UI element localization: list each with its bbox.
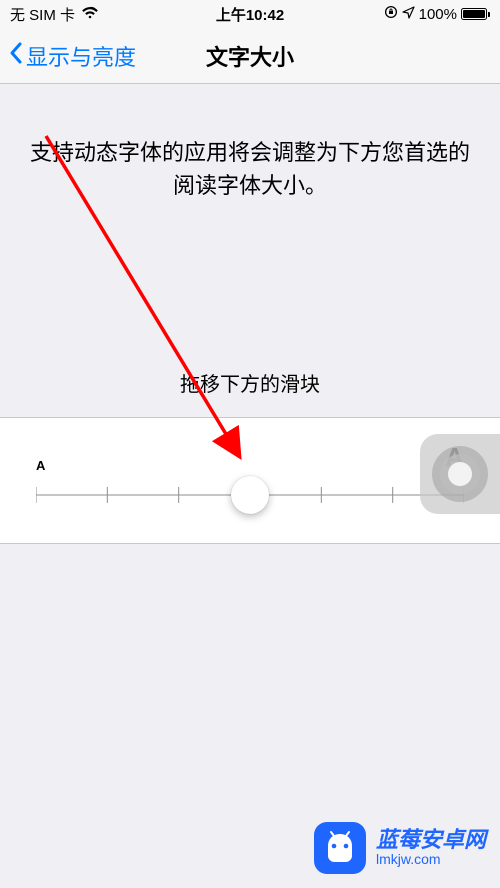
back-label: 显示与亮度 [26, 40, 136, 72]
page-title: 文字大小 [206, 40, 294, 72]
watermark-title: 蓝莓安卓网 [376, 828, 486, 852]
description-text: 支持动态字体的应用将会调整为下方您首选的阅读字体大小。 [0, 84, 500, 230]
watermark-logo-icon [314, 822, 366, 874]
back-button[interactable]: 显示与亮度 [0, 40, 136, 72]
battery-pct: 100% [419, 6, 457, 23]
carrier-text: 无 SIM 卡 [10, 4, 75, 25]
assistive-touch-button[interactable] [420, 434, 500, 514]
chevron-left-icon [8, 41, 24, 71]
status-bar: 无 SIM 卡 上午10:42 100% [0, 0, 500, 28]
status-right: 100% [384, 5, 490, 23]
slider-hint: 拖移下方的滑块 [0, 368, 500, 397]
text-size-slider[interactable] [36, 477, 464, 513]
orientation-lock-icon [384, 5, 398, 23]
watermark: 蓝莓安卓网 lmkjw.com [314, 822, 486, 874]
wifi-icon [81, 6, 99, 23]
watermark-url: lmkjw.com [376, 852, 486, 867]
nav-bar: 显示与亮度 文字大小 [0, 28, 500, 84]
slider-min-label: A [36, 458, 45, 473]
slider-knob[interactable] [231, 476, 269, 514]
screen: { "status_bar": { "carrier": "无 SIM 卡", … [0, 0, 500, 888]
location-icon [402, 6, 415, 23]
battery-icon [461, 8, 490, 20]
status-left: 无 SIM 卡 [10, 4, 99, 25]
slider-labels: A A [36, 442, 464, 473]
assistive-touch-icon [432, 446, 488, 502]
status-time: 上午10:42 [216, 4, 284, 25]
watermark-text: 蓝莓安卓网 lmkjw.com [376, 828, 486, 868]
